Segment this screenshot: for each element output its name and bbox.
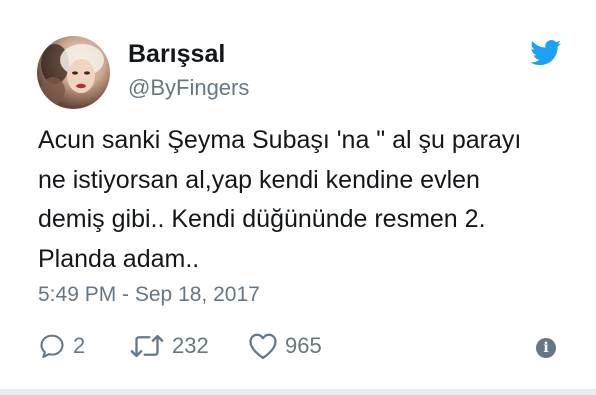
tweet-text-line: demiş gibi.. Kendi düğününde resmen 2. <box>38 205 486 233</box>
tweet-text-line: ne istiyorsan al,yap kendi kendine evlen <box>38 165 480 194</box>
handle[interactable]: @ByFingers <box>128 75 249 101</box>
retweet-icon <box>130 334 164 358</box>
display-name[interactable]: Barışsal <box>128 40 225 69</box>
avatar[interactable] <box>37 36 110 109</box>
heart-icon <box>249 333 277 359</box>
tweet-text-line: Acun sanki Şeyma Subaşı 'na " al şu para… <box>38 126 522 154</box>
like-count: 965 <box>285 333 322 358</box>
reply-icon <box>40 334 64 359</box>
tweet-card: Barışsal @ByFingers Acun sanki Şeyma Sub… <box>0 0 596 395</box>
retweet-count: 232 <box>172 333 209 358</box>
reply-button[interactable]: 2 <box>38 330 85 362</box>
tweet-text-line: Planda adam.. <box>38 244 200 273</box>
timestamp[interactable]: 5:49 PM - Sep 18, 2017 <box>38 283 260 307</box>
retweet-button[interactable]: 232 <box>129 330 209 362</box>
divider <box>0 389 596 395</box>
like-button[interactable]: 965 <box>248 330 322 362</box>
tweet-text: Acun sanki Şeyma Subaşı 'na " al şu para… <box>38 121 578 279</box>
reply-count: 2 <box>73 333 86 358</box>
info-icon[interactable]: i <box>536 338 556 358</box>
twitter-bird-icon[interactable] <box>530 40 562 66</box>
